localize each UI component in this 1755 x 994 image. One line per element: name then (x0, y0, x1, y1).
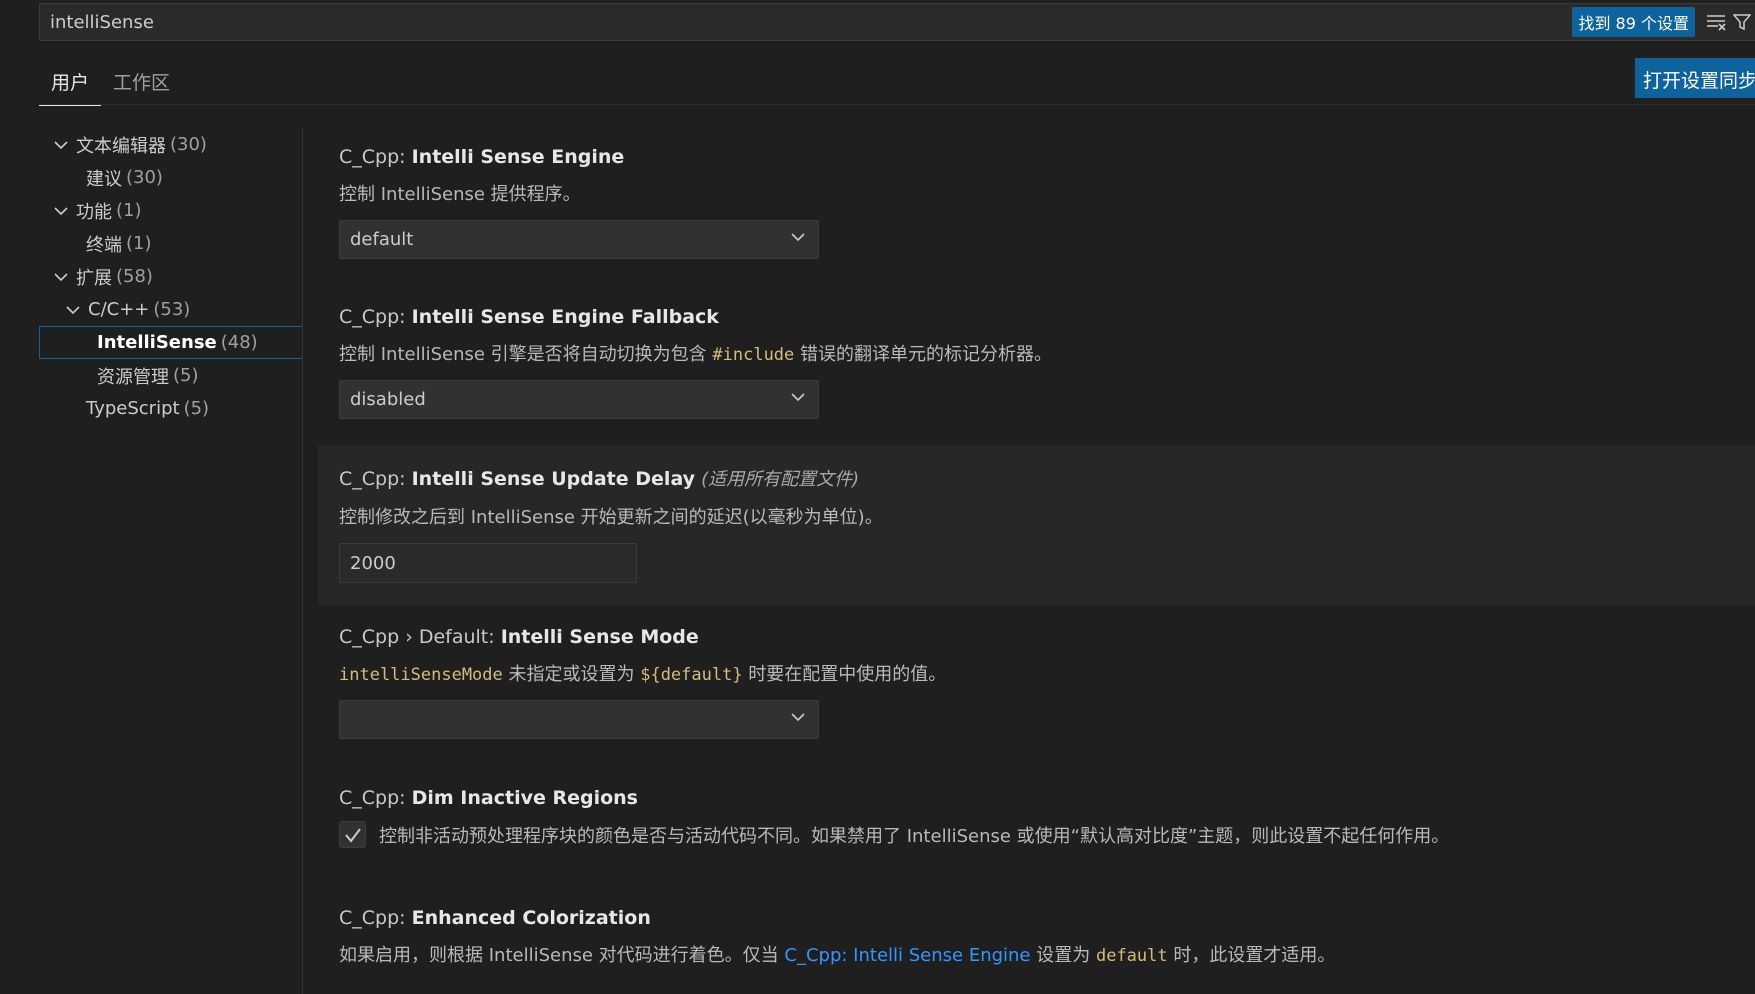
search-result-count-badge: 找到 89 个设置 (1572, 7, 1695, 37)
tree-item-count: (1) (116, 200, 142, 221)
tree-item-label: 终端 (86, 234, 122, 256)
intellisense-engine-fallback-select[interactable]: disabled (339, 380, 819, 419)
settings-toc-tree: 文本编辑器 (30) 建议 (30) 功能 (1) 终端 (1) 扩展 (58)… (39, 128, 303, 425)
filter-icon[interactable] (1729, 9, 1755, 35)
tree-item-terminal[interactable]: 终端 (1) (39, 227, 303, 260)
tree-item-label: 资源管理 (97, 366, 169, 388)
toc-divider (302, 128, 303, 994)
description-text: 时要在配置中使用的值。 (742, 664, 947, 685)
setting-category: C_Cpp: (339, 907, 412, 929)
setting-title: C_Cpp: Intelli Sense Engine Fallback (339, 306, 1755, 328)
chevron-down-icon (52, 268, 70, 286)
intellisense-engine-select[interactable]: default (339, 220, 819, 259)
setting-intellisense-engine-fallback: C_Cpp: Intelli Sense Engine Fallback 控制 … (339, 306, 1755, 419)
setting-key: Intelli Sense Engine (411, 146, 625, 168)
setting-key: Dim Inactive Regions (411, 787, 638, 809)
setting-title: C_Cpp: Dim Inactive Regions (339, 787, 1755, 809)
setting-description: intelliSenseMode 未指定或设置为 ${default} 时要在配… (339, 660, 1755, 686)
open-settings-sync-button[interactable]: 打开设置同步 (1635, 58, 1755, 98)
setting-description: 控制修改之后到 IntelliSense 开始更新之间的延迟(以毫秒为单位)。 (339, 507, 883, 528)
tree-item-label: 扩展 (76, 267, 112, 289)
chevron-down-icon (790, 709, 806, 730)
tree-item-typescript[interactable]: TypeScript (5) (39, 392, 303, 425)
tree-item-label: 文本编辑器 (76, 135, 166, 157)
tree-item-features[interactable]: 功能 (1) (39, 194, 303, 227)
tree-item-label: 功能 (76, 201, 112, 223)
setting-key: Intelli Sense Update Delay (411, 468, 696, 490)
setting-intellisense-engine: C_Cpp: Intelli Sense Engine 控制 IntelliSe… (339, 146, 1755, 259)
description-code: intelliSenseMode (339, 665, 503, 685)
tabs-divider (39, 104, 1755, 105)
tree-item-count: (58) (116, 266, 153, 287)
setting-title: C_Cpp: Enhanced Colorization (339, 907, 1755, 929)
checkbox-row: 控制非活动预处理程序块的颜色是否与活动代码不同。如果禁用了 IntelliSen… (339, 821, 1755, 848)
tab-user[interactable]: 用户 (39, 58, 102, 106)
setting-link[interactable]: C_Cpp: Intelli Sense Engine (784, 945, 1030, 966)
chevron-down-icon (52, 202, 70, 220)
intellisense-mode-select[interactable] (339, 700, 819, 739)
chevron-down-icon (52, 136, 70, 154)
setting-description: 控制非活动预处理程序块的颜色是否与活动代码不同。如果禁用了 IntelliSen… (379, 825, 1450, 847)
clear-filter-icon[interactable] (1703, 9, 1729, 35)
select-value: default (350, 229, 414, 250)
description-text: 错误的翻译单元的标记分析器。 (794, 344, 1053, 365)
description-text: 如果启用，则根据 IntelliSense 对代码进行着色。仅当 (339, 945, 785, 966)
settings-scope-tabs: 用户 工作区 (39, 58, 182, 106)
setting-key: Intelli Sense Engine Fallback (411, 306, 719, 328)
tree-item-count: (48) (220, 332, 258, 353)
settings-search-input[interactable] (40, 4, 1573, 40)
setting-category: C_Cpp: (339, 306, 412, 328)
tree-item-resource-management[interactable]: 资源管理 (5) (39, 359, 303, 392)
tree-item-count: (1) (126, 233, 152, 254)
setting-enhanced-colorization: C_Cpp: Enhanced Colorization 如果启用，则根据 In… (339, 907, 1755, 967)
setting-key: Enhanced Colorization (411, 907, 651, 929)
tree-item-cpp[interactable]: C/C++ (53) (39, 293, 303, 326)
tree-item-label: IntelliSense (97, 332, 217, 353)
setting-default-intellisense-mode: C_Cpp › Default: Intelli Sense Mode inte… (339, 626, 1755, 739)
setting-dim-inactive-regions: C_Cpp: Dim Inactive Regions 控制非活动预处理程序块的… (339, 787, 1755, 848)
tree-item-intellisense[interactable]: IntelliSense (48) (39, 326, 303, 359)
setting-scope-note: (适用所有配置文件) (701, 469, 860, 490)
description-code: default (1095, 946, 1168, 966)
tree-item-label: 建议 (86, 168, 122, 190)
setting-title: C_Cpp: Intelli Sense Update Delay (适用所有配置… (339, 465, 1755, 491)
tree-item-count: (53) (153, 299, 191, 320)
chevron-down-icon (790, 229, 806, 250)
setting-category: C_Cpp: (339, 787, 412, 809)
chevron-down-icon (64, 301, 82, 319)
chevron-down-icon (790, 389, 806, 410)
checkmark-icon (344, 827, 361, 843)
tree-item-label: TypeScript (86, 398, 180, 419)
description-text: 时，此设置才适用。 (1167, 945, 1336, 966)
tree-item-count: (5) (173, 365, 199, 386)
tree-item-count: (5) (183, 398, 210, 419)
tab-workspace[interactable]: 工作区 (101, 58, 182, 106)
setting-description: 控制 IntelliSense 引擎是否将自动切换为包含 #include 错误… (339, 340, 1755, 366)
tree-item-extensions[interactable]: 扩展 (58) (39, 260, 303, 293)
description-code: #include (712, 345, 795, 365)
select-value: disabled (350, 389, 426, 410)
setting-intellisense-update-delay: C_Cpp: Intelli Sense Update Delay (适用所有配置… (318, 445, 1755, 605)
tree-item-suggestions[interactable]: 建议 (30) (39, 161, 303, 194)
update-delay-input[interactable]: 2000 (339, 543, 637, 583)
description-code: ${default} (640, 665, 743, 685)
setting-description: 如果启用，则根据 IntelliSense 对代码进行着色。仅当 C_Cpp: … (339, 941, 1755, 967)
setting-title: C_Cpp: Intelli Sense Engine (339, 146, 1755, 168)
description-text: 未指定或设置为 (502, 664, 641, 685)
setting-title: C_Cpp › Default: Intelli Sense Mode (339, 626, 1755, 648)
dim-inactive-regions-checkbox[interactable] (339, 821, 366, 848)
setting-description: 控制 IntelliSense 提供程序。 (339, 184, 581, 205)
description-text: 控制 IntelliSense 引擎是否将自动切换为包含 (339, 344, 713, 365)
tree-item-count: (30) (170, 134, 207, 155)
tree-item-count: (30) (126, 167, 163, 188)
setting-category: C_Cpp: (339, 146, 412, 168)
setting-key: Intelli Sense Mode (500, 626, 699, 648)
description-text: 设置为 (1030, 945, 1096, 966)
tree-item-label: C/C++ (88, 299, 150, 320)
settings-search-box: 找到 89 个设置 (39, 3, 1755, 41)
setting-category: C_Cpp: (339, 468, 412, 490)
settings-editor: 找到 89 个设置 用户 工作区 打开设置同步 文本编辑器 (30) 建议 (3… (0, 0, 1755, 994)
setting-category: C_Cpp › Default: (339, 626, 501, 648)
tree-item-text-editor[interactable]: 文本编辑器 (30) (39, 128, 303, 161)
